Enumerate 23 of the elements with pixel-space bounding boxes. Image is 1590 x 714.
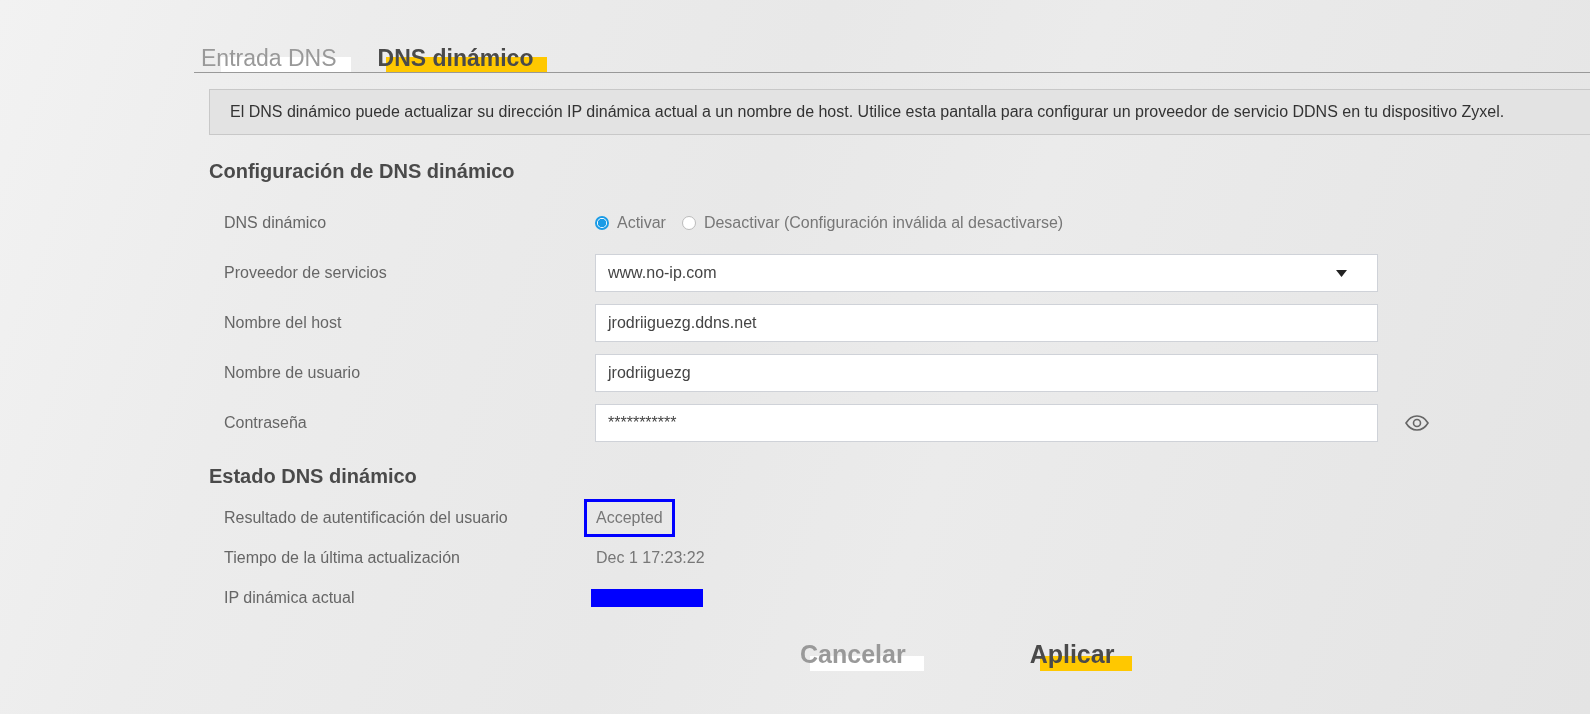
- eye-icon[interactable]: [1405, 415, 1429, 431]
- status-label: Tiempo de la última actualización: [224, 549, 461, 567]
- status-label: IP dinámica actual: [224, 589, 356, 607]
- radio-label[interactable]: Activar: [617, 214, 666, 232]
- info-banner: El DNS dinámico puede actualizar su dirección IP dinámica actual a un nombre de host. Utilice esta pantalla para configurar un proveedor de servicio DDNS en tu dispositivo Zyxel.: [209, 89, 1590, 135]
- status-label: Resultado de autentificación del usuario: [224, 509, 509, 527]
- section-title: Estado DNS dinámico: [209, 465, 418, 488]
- field-label: Nombre de usuario: [224, 364, 362, 382]
- radio-button[interactable]: [681, 216, 696, 230]
- field-label: Nombre del host: [224, 314, 343, 332]
- status-value: Dec 1 17:23:22: [595, 548, 706, 568]
- section-title: Configuración de DNS dinámico: [209, 160, 516, 183]
- input-field[interactable]: jrodriiguezg.ddns.net: [595, 304, 1378, 342]
- caret-icon: [1336, 269, 1347, 277]
- radio-button[interactable]: [595, 216, 609, 230]
- field-label: Contraseña: [224, 414, 308, 432]
- status-value: Accepted: [584, 499, 675, 537]
- input-field[interactable]: ***********: [595, 404, 1378, 442]
- field-label: Proveedor de servicios: [224, 264, 388, 282]
- provider-dropdown[interactable]: www.no-ip.com: [595, 254, 1378, 292]
- field-label: DNS dinámico: [224, 214, 328, 232]
- input-field[interactable]: jrodriiguezg: [595, 354, 1378, 392]
- radio-label[interactable]: Desactivar (Configuración inválida al desactivarse): [703, 214, 1064, 232]
